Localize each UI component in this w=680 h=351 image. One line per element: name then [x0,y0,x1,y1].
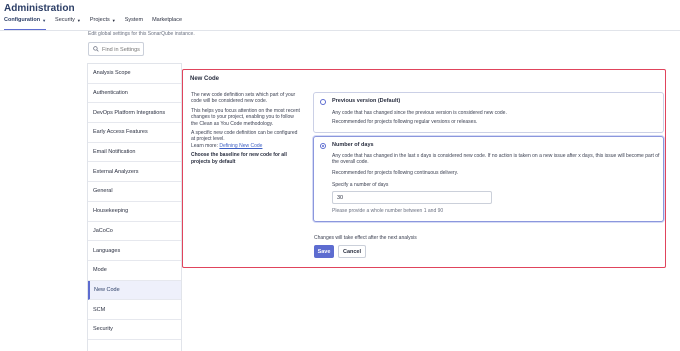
settings-category-list: Analysis Scope Authentication DevOps Pla… [87,63,182,351]
option-number-of-days[interactable]: Number of days Any code that has changed… [313,136,664,222]
sidebar-item-mode[interactable]: Mode [88,261,181,281]
chevron-down-icon: ▼ [111,18,116,23]
chevron-down-icon: ▼ [76,18,81,23]
description-text: A specific new code definition can be co… [191,130,298,143]
new-code-settings-panel: New Code The new code definition sets wh… [182,69,666,268]
effect-note: Changes will take effect after the next … [314,235,417,241]
admin-nav: Configuration ▼ Security ▼ Projects ▼ Sy… [4,17,191,30]
radio-number-of-days[interactable] [320,143,326,149]
learn-more-label: Learn more: [191,142,218,149]
sidebar-item-analysis-scope[interactable]: Analysis Scope [88,64,181,84]
search-icon [93,46,99,52]
sidebar-item-security[interactable]: Security [88,320,181,340]
sidebar-item-external-analyzers[interactable]: External Analyzers [88,162,181,183]
sidebar-item-new-code[interactable]: New Code [88,280,181,301]
description-text: This helps you focus attention on the mo… [191,107,300,127]
baseline-heading: Choose the baseline for new code for all… [191,152,287,165]
nav-configuration-label: Configuration [4,17,41,23]
defining-new-code-link[interactable]: Defining New Code [219,143,262,149]
section-title: New Code [190,76,220,82]
page-description: Edit global settings for this SonarQube … [88,31,195,37]
sidebar-item-devops-platform-integrations[interactable]: DevOps Platform Integrations [88,103,181,124]
sidebar-item-authentication[interactable]: Authentication [88,84,181,104]
sidebar-item-housekeeping[interactable]: Housekeeping [88,202,181,222]
days-hint: Please provide a whole number between 1 … [332,208,444,214]
new-code-description: The new code definition sets which part … [191,92,301,168]
nav-system[interactable]: System [125,17,143,30]
sidebar-item-jacoco[interactable]: JaCoCo [88,222,181,242]
chevron-down-icon: ▼ [42,18,47,23]
nav-system-label: System [124,17,144,23]
option-description: Any code that has changed in the last x … [332,153,660,165]
nav-marketplace[interactable]: Marketplace [152,17,182,30]
sidebar-item-languages[interactable]: Languages [88,241,181,261]
radio-previous-version[interactable] [320,99,326,105]
option-recommendation: Recommended for projects following conti… [332,170,459,176]
option-description: Any code that has changed since the prev… [332,110,507,116]
nav-projects-label: Projects [89,17,110,23]
days-input[interactable] [332,191,492,204]
description-text: A specific new code definition can be co… [191,130,301,149]
nav-marketplace-label: Marketplace [152,17,183,23]
sidebar-item-early-access-features[interactable]: Early Access Features [88,123,181,143]
description-text: The new code definition sets which part … [191,92,296,105]
option-previous-version[interactable]: Previous version (Default) Any code that… [313,92,664,133]
nav-projects[interactable]: Projects ▼ [90,17,116,30]
option-title: Number of days [332,142,374,148]
nav-security[interactable]: Security ▼ [55,17,81,30]
top-header: Administration Configuration ▼ Security … [0,0,680,31]
cancel-button[interactable]: Cancel [338,245,366,258]
days-field-label: Specify a number of days [332,182,389,188]
nav-security-label: Security [55,17,75,23]
option-recommendation: Recommended for projects following regul… [332,119,478,125]
settings-search[interactable] [88,42,144,56]
search-input[interactable] [102,45,143,54]
nav-configuration[interactable]: Configuration ▼ [4,17,47,30]
sidebar-item-email-notification[interactable]: Email Notification [88,143,181,163]
sidebar-item-scm[interactable]: SCM [88,300,181,320]
sidebar-item-general[interactable]: General [88,182,181,202]
option-title: Previous version (Default) [332,98,401,104]
save-button[interactable]: Save [314,245,334,258]
page-title: Administration [4,3,75,14]
